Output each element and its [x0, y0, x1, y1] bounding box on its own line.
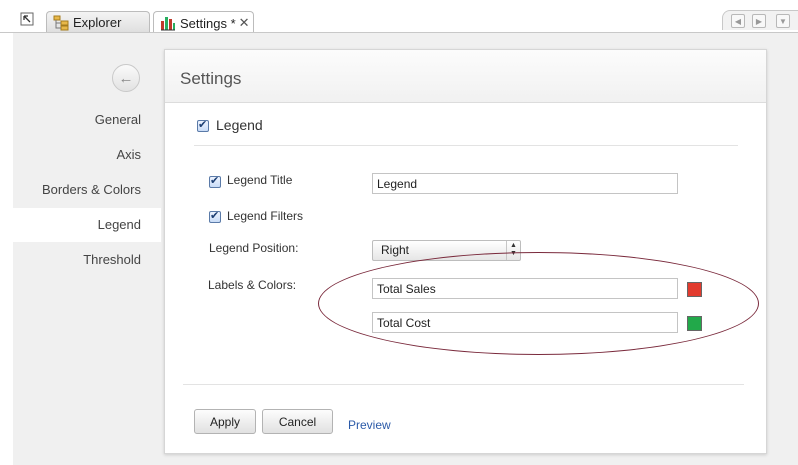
tab-explorer[interactable]: Explorer: [46, 11, 150, 33]
chevron-down-icon[interactable]: ▼: [776, 14, 790, 28]
close-icon[interactable]: ✕: [239, 15, 250, 31]
legend-section-label: Legend: [216, 117, 263, 133]
legend-filters-label: Legend Filters: [227, 209, 304, 223]
tab-settings[interactable]: Settings * ✕: [153, 11, 254, 34]
legend-enabled-checkbox[interactable]: [197, 118, 209, 132]
section-divider: [194, 145, 738, 146]
legend-filters-checkbox[interactable]: [209, 209, 221, 223]
tab-settings-label: Settings *: [180, 15, 236, 31]
legend-title-checkbox[interactable]: [209, 174, 221, 188]
footer-divider: [183, 384, 744, 385]
sidebar-item-threshold[interactable]: Threshold: [13, 243, 161, 277]
legend-position-value: Right: [381, 243, 410, 257]
legend-position-label: Legend Position:: [209, 241, 299, 255]
tab-explorer-label: Explorer: [73, 15, 122, 30]
sidebar-item-general[interactable]: General: [13, 103, 161, 137]
tab-navigation: ◀ ▶ ▼: [722, 10, 798, 30]
minimize-view-icon[interactable]: [20, 12, 34, 26]
editor-tab-bar: Explorer Settings * ✕ ◀ ▶ ▼: [0, 0, 798, 34]
labels-colors-label: Labels & Colors:: [208, 278, 297, 292]
back-button[interactable]: ←: [112, 64, 140, 92]
sidebar-item-legend[interactable]: Legend: [13, 208, 161, 242]
legend-title-input[interactable]: [372, 173, 678, 194]
chevron-right-icon[interactable]: ▶: [752, 14, 766, 28]
legend-title-label: Legend Title: [227, 173, 293, 187]
apply-button[interactable]: Apply: [194, 409, 256, 434]
page-title: Settings: [180, 69, 242, 88]
cancel-button[interactable]: Cancel: [262, 409, 333, 434]
preview-link[interactable]: Preview: [348, 418, 391, 432]
explorer-tree-icon: [53, 15, 69, 30]
panel-header: Settings: [165, 50, 766, 103]
chevron-left-icon[interactable]: ◀: [731, 14, 745, 28]
arrow-left-icon: ←: [118, 69, 134, 87]
sidebar-item-borders-colors[interactable]: Borders & Colors: [13, 173, 161, 207]
highlight-ellipse-annotation: [318, 252, 759, 355]
chart-settings-icon: [161, 17, 175, 31]
sidebar-item-axis[interactable]: Axis: [13, 138, 161, 172]
